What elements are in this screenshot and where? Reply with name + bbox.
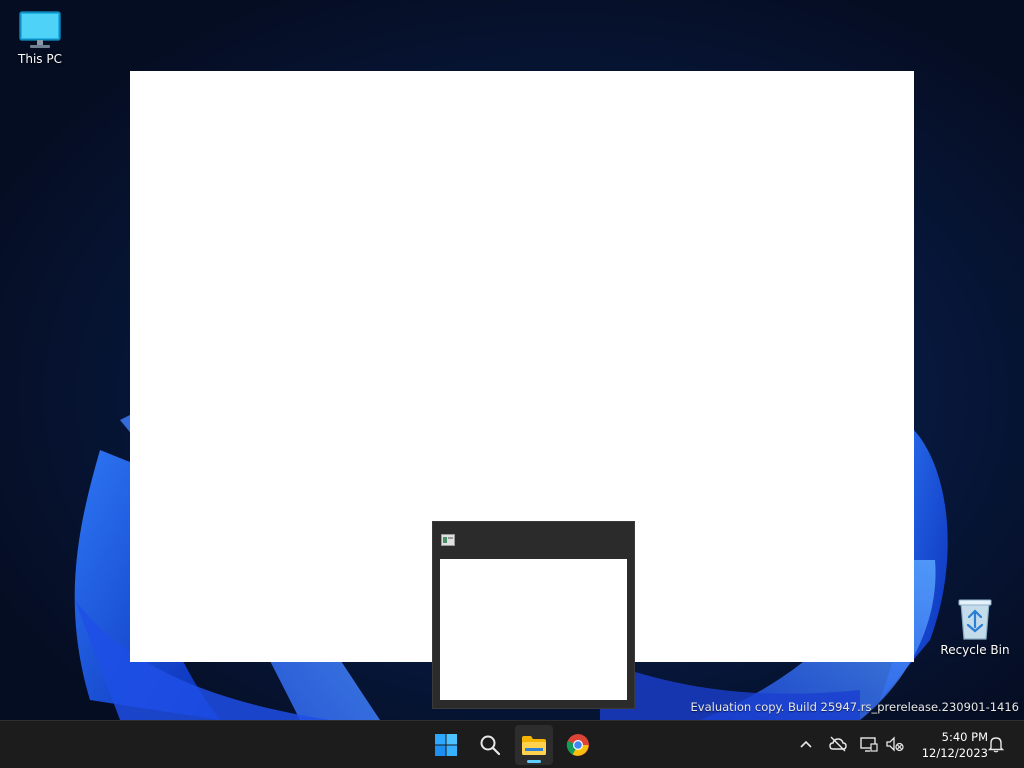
- notification-center-button[interactable]: [986, 733, 1006, 755]
- network-status-button[interactable]: [828, 733, 848, 755]
- clock-time: 5:40 PM: [941, 730, 988, 744]
- volume-muted-icon: [886, 736, 904, 752]
- computer-icon: [19, 11, 61, 48]
- file-explorer-button[interactable]: [515, 725, 553, 765]
- thumbnail-content: [440, 559, 627, 700]
- start-button[interactable]: [427, 725, 465, 765]
- show-hidden-icons-button[interactable]: [796, 733, 816, 755]
- evaluation-watermark: Evaluation copy. Build 25947.rs_prerelea…: [690, 700, 1019, 714]
- volume-button[interactable]: [885, 733, 905, 755]
- chrome-button[interactable]: [559, 725, 597, 765]
- desktop: This PC Recycle Bin Evaluation copy. Bui…: [0, 0, 1024, 720]
- desktop-icon-recycle-bin[interactable]: Recycle Bin: [935, 597, 1015, 657]
- display-icon: [860, 737, 878, 752]
- clock-date: 12/12/2023: [921, 746, 988, 760]
- desktop-icon-label: This PC: [18, 52, 62, 66]
- app-window-icon: [441, 534, 455, 546]
- network-disconnected-icon: [829, 736, 847, 752]
- running-indicator: [527, 760, 541, 763]
- desktop-icon-this-pc[interactable]: This PC: [0, 10, 80, 66]
- desktop-icon-label: Recycle Bin: [940, 643, 1010, 657]
- clock-button[interactable]: 5:40 PM 12/12/2023: [910, 729, 988, 761]
- display-button[interactable]: [859, 733, 879, 755]
- search-button[interactable]: [471, 725, 509, 765]
- search-icon: [480, 735, 501, 756]
- chrome-icon: [566, 734, 589, 756]
- bell-icon: [987, 737, 1005, 753]
- windows-logo-icon: [435, 734, 457, 756]
- recycle-bin-icon: [958, 599, 992, 640]
- taskbar-thumbnail-preview[interactable]: [432, 521, 635, 709]
- folder-icon: [522, 736, 546, 755]
- taskbar: 5:40 PM 12/12/2023: [0, 720, 1024, 768]
- chevron-up-icon: [800, 740, 812, 748]
